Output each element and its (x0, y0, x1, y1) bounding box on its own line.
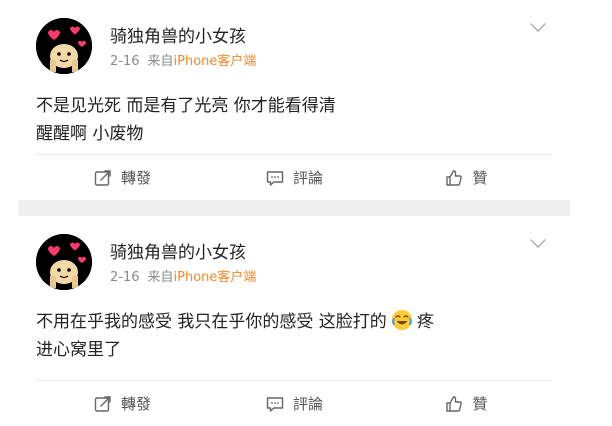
source-prefix: 来自 (147, 270, 174, 285)
content-text: 疼 (416, 312, 434, 332)
thumbs-up-icon (444, 168, 464, 188)
chevron-down-icon (530, 239, 546, 248)
content-line: 不用在乎我的感受 我只在乎你的感受 这脸打的 疼 (36, 308, 552, 336)
avatar[interactable] (36, 18, 92, 74)
repost-button[interactable]: 轉發 (36, 155, 208, 200)
post-card: 骑独角兽的小女孩 2-16 来自iPhone客户端 不用在乎我的感受 我只在乎你的… (18, 216, 570, 426)
more-menu-button[interactable] (528, 20, 548, 34)
source-link[interactable]: iPhone客户端 (174, 54, 257, 69)
like-label: 贊 (472, 169, 488, 187)
post-meta: 2-16 来自iPhone客户端 (110, 50, 256, 69)
source-link[interactable]: iPhone客户端 (174, 270, 257, 285)
post-content: 不是见光死 而是有了光亮 你才能看得清 醒醒啊 小废物 (36, 92, 552, 148)
content-text: 不用在乎我的感受 我只在乎你的感受 这脸打的 (36, 312, 387, 332)
post-content: 不用在乎我的感受 我只在乎你的感受 这脸打的 疼 进心窝里了 (36, 308, 552, 364)
repost-button[interactable]: 轉發 (36, 381, 208, 426)
like-button[interactable]: 贊 (380, 155, 552, 200)
repost-label: 轉發 (120, 395, 151, 413)
action-bar: 轉發 評論 贊 (36, 380, 552, 426)
comment-button[interactable]: 評論 (208, 155, 380, 200)
source-prefix: 来自 (147, 54, 174, 69)
action-bar: 轉發 評論 贊 (36, 154, 552, 200)
comment-button[interactable]: 評論 (208, 381, 380, 426)
username[interactable]: 骑独角兽的小女孩 (110, 238, 246, 263)
comment-icon (265, 394, 285, 414)
post-meta: 2-16 来自iPhone客户端 (110, 266, 256, 285)
repost-icon (93, 394, 113, 414)
comment-label: 評論 (292, 169, 323, 187)
content-line: 醒醒啊 小废物 (36, 124, 144, 144)
username[interactable]: 骑独角兽的小女孩 (110, 22, 246, 47)
comment-label: 評論 (292, 395, 323, 413)
repost-icon (93, 168, 113, 188)
like-label: 贊 (472, 395, 488, 413)
laugh-cry-emoji-icon (391, 309, 413, 331)
post-separator (18, 200, 570, 216)
avatar-image (36, 234, 92, 290)
comment-icon (265, 168, 285, 188)
repost-label: 轉發 (120, 169, 151, 187)
like-button[interactable]: 贊 (380, 381, 552, 426)
content-line: 进心窝里了 (36, 340, 121, 360)
content-line: 不是见光死 而是有了光亮 你才能看得清 (36, 96, 336, 116)
more-menu-button[interactable] (528, 236, 548, 250)
post-date: 2-16 (110, 270, 140, 285)
chevron-down-icon (530, 23, 546, 32)
post-date: 2-16 (110, 54, 140, 69)
avatar[interactable] (36, 234, 92, 290)
avatar-image (36, 18, 92, 74)
post-card: 骑独角兽的小女孩 2-16 来自iPhone客户端 不是见光死 而是有了光亮 你才… (18, 0, 570, 200)
thumbs-up-icon (444, 394, 464, 414)
